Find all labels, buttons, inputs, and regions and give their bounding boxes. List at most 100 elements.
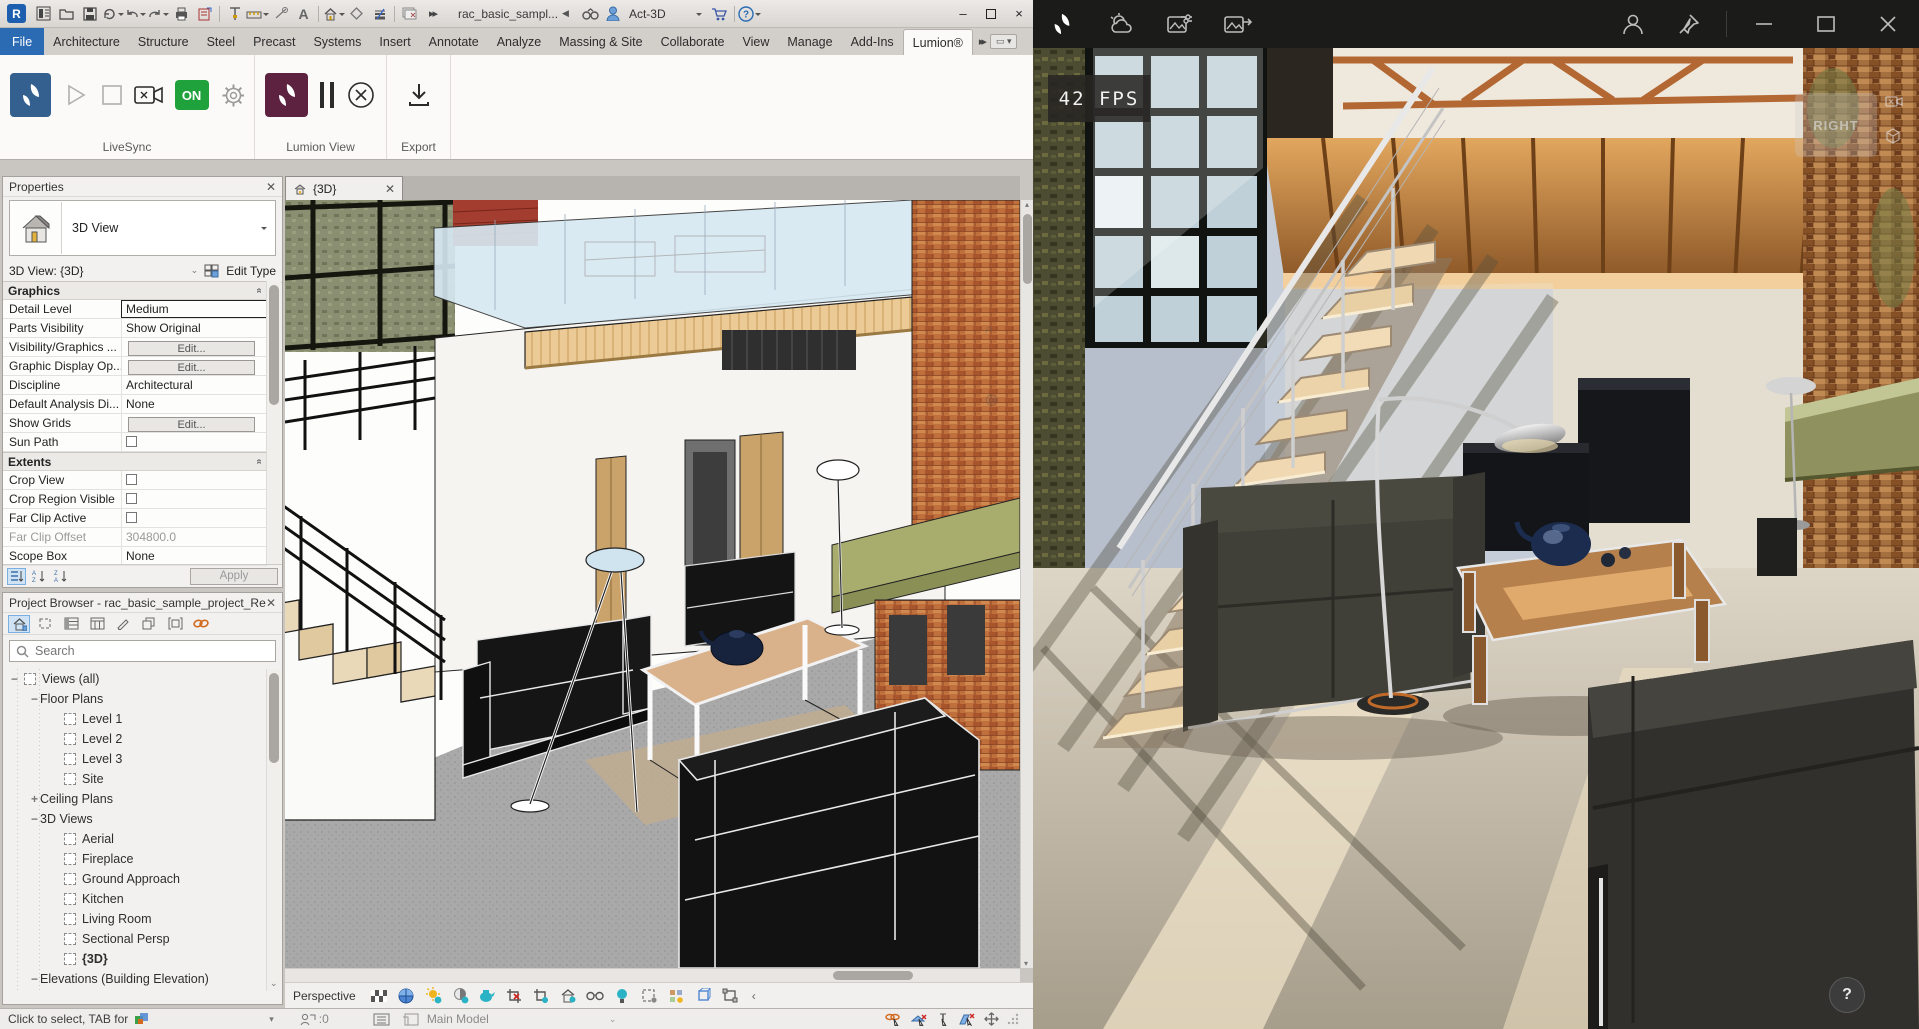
browser-crop-icon[interactable] (34, 615, 56, 633)
tree-item-living-room[interactable]: Living Room (3, 909, 267, 929)
livesync-start-icon[interactable] (63, 82, 87, 108)
temporary-hide-isolate-icon[interactable] (613, 986, 632, 1005)
account-icon[interactable] (602, 3, 625, 25)
browser-sheets-icon[interactable] (86, 615, 108, 633)
search-input[interactable] (35, 644, 269, 658)
property-value[interactable]: Edit... (121, 338, 267, 357)
main-model-icon[interactable] (402, 1013, 419, 1026)
apply-button[interactable]: Apply (190, 568, 278, 585)
browser-families-icon[interactable] (138, 615, 160, 633)
sort-ascending-icon[interactable]: AZ (29, 568, 48, 585)
lumion-orbit-cube-icon[interactable] (1885, 128, 1901, 144)
tab-massing-site[interactable]: Massing & Site (550, 28, 651, 55)
property-value[interactable] (121, 471, 267, 489)
sort-descending-icon[interactable]: ZA (51, 568, 70, 585)
tab-structure[interactable]: Structure (129, 28, 198, 55)
temporary-view-properties-icon[interactable] (640, 986, 659, 1005)
tab-systems[interactable]: Systems (304, 28, 370, 55)
selection-box-icon[interactable] (721, 986, 740, 1005)
lumion-viewcube[interactable]: RIGHT (1795, 93, 1877, 157)
property-row[interactable]: Crop Region Visible (3, 490, 267, 509)
property-value[interactable] (121, 509, 267, 527)
tree-item-sectional-persp[interactable]: Sectional Persp (3, 929, 267, 949)
tree-item-level-1[interactable]: Level 1 (3, 709, 267, 729)
sync-icon[interactable] (101, 3, 124, 25)
property-row[interactable]: DisciplineArchitectural (3, 376, 267, 395)
displaced-elements-icon[interactable] (694, 986, 713, 1005)
tree-item-level-3[interactable]: Level 3 (3, 749, 267, 769)
tab-add-ins[interactable]: Add-Ins (842, 28, 903, 55)
title-collapse-icon[interactable]: ◀ (562, 8, 569, 19)
property-row[interactable]: Crop View (3, 471, 267, 490)
tab-analyze[interactable]: Analyze (488, 28, 550, 55)
revit-minimize-button[interactable]: – (949, 3, 977, 25)
edit-button[interactable]: Edit... (128, 341, 255, 356)
edit-button[interactable]: Edit... (128, 360, 255, 375)
lumion-view-pause-icon[interactable] (320, 82, 334, 108)
browser-links-icon[interactable] (190, 615, 212, 633)
tree-item-elevations-building-elevation-[interactable]: −Elevations (Building Elevation) (3, 969, 267, 989)
property-value[interactable]: Architectural (121, 376, 267, 394)
tree-item-site[interactable]: Site (3, 769, 267, 789)
lumion-styles-icon[interactable] (1157, 1, 1203, 47)
property-row[interactable]: Default Analysis Di...None (3, 395, 267, 414)
property-value[interactable]: None (121, 395, 267, 413)
sync-dropdown-caret[interactable] (118, 13, 124, 19)
property-value[interactable]: Medium (121, 300, 267, 318)
property-row[interactable]: Far Clip Active (3, 509, 267, 528)
open-icon[interactable] (55, 3, 78, 25)
lumion-close-button[interactable] (1865, 1, 1911, 47)
section-icon[interactable] (345, 3, 368, 25)
canvas-horizontal-scrollbar[interactable] (285, 968, 1020, 982)
checkbox[interactable] (126, 474, 137, 485)
project-browser-close-icon[interactable]: ✕ (266, 596, 276, 610)
status-dropdown-caret[interactable]: ▾ (269, 1014, 274, 1025)
section-header-extents[interactable]: Extents« (3, 452, 267, 471)
default-3d-view-icon[interactable] (322, 3, 345, 25)
section-collapse-icon[interactable]: « (254, 288, 265, 294)
text-icon[interactable]: A (292, 3, 315, 25)
lumion-minimize-button[interactable] (1741, 1, 1787, 47)
property-value[interactable]: None (121, 547, 267, 565)
viewbar-collapse-icon[interactable]: ‹ (752, 989, 756, 1003)
tab-file[interactable]: File (0, 28, 44, 55)
browser-search-box[interactable] (9, 640, 276, 662)
measure-icon[interactable] (246, 3, 269, 25)
resize-grip-icon[interactable] (1007, 1013, 1019, 1025)
property-row[interactable]: Sun Path (3, 433, 267, 452)
property-value[interactable]: Show Original (121, 319, 267, 337)
tab-manage[interactable]: Manage (778, 28, 841, 55)
revit-maximize-button[interactable] (977, 3, 1005, 25)
property-value[interactable]: 304800.0 (121, 528, 267, 546)
undo-dropdown-caret[interactable] (140, 13, 146, 19)
reveal-hidden-icon[interactable] (586, 986, 605, 1005)
livesync-settings-gear-icon[interactable] (221, 83, 245, 108)
tree-item-floor-plans[interactable]: −Floor Plans (3, 689, 267, 709)
undo-icon[interactable] (124, 3, 147, 25)
instance-selector[interactable]: 3D View: {3D} (9, 264, 84, 278)
tree-item-aerial[interactable]: Aerial (3, 829, 267, 849)
canvas-vertical-scrollbar[interactable]: ▴▾ (1020, 200, 1033, 968)
checkbox[interactable] (126, 436, 137, 447)
save-icon[interactable] (78, 3, 101, 25)
section-collapse-icon[interactable]: « (254, 459, 265, 465)
collapse-icon[interactable]: − (9, 672, 20, 686)
thin-lines-icon[interactable] (368, 3, 391, 25)
browser-groups-icon[interactable] (164, 615, 186, 633)
export-icon[interactable] (406, 82, 432, 108)
worksets-icon[interactable] (300, 1013, 317, 1026)
section-header-graphics[interactable]: Graphics« (3, 281, 267, 300)
lumion-render-icon[interactable] (1215, 1, 1261, 47)
model-canvas[interactable]: RIGHT ⌕ ◎ (285, 200, 1020, 968)
browser-scrollbar[interactable]: ⌄ (266, 669, 281, 991)
tab-lumion-[interactable]: Lumion® (903, 29, 973, 55)
tab-overflow-icon[interactable]: ▸▸ (979, 35, 984, 48)
navigation-zoom-icon[interactable]: ⌕ (985, 320, 993, 337)
tab-steel[interactable]: Steel (198, 28, 245, 55)
type-selector-caret[interactable] (261, 227, 267, 233)
revit-close-button[interactable]: × (1005, 3, 1033, 25)
tree-item-3d-views[interactable]: −3D Views (3, 809, 267, 829)
select-elements-by-face-icon[interactable] (959, 1013, 976, 1026)
search-binoculars-icon[interactable] (579, 3, 602, 25)
checkbox[interactable] (126, 493, 137, 504)
